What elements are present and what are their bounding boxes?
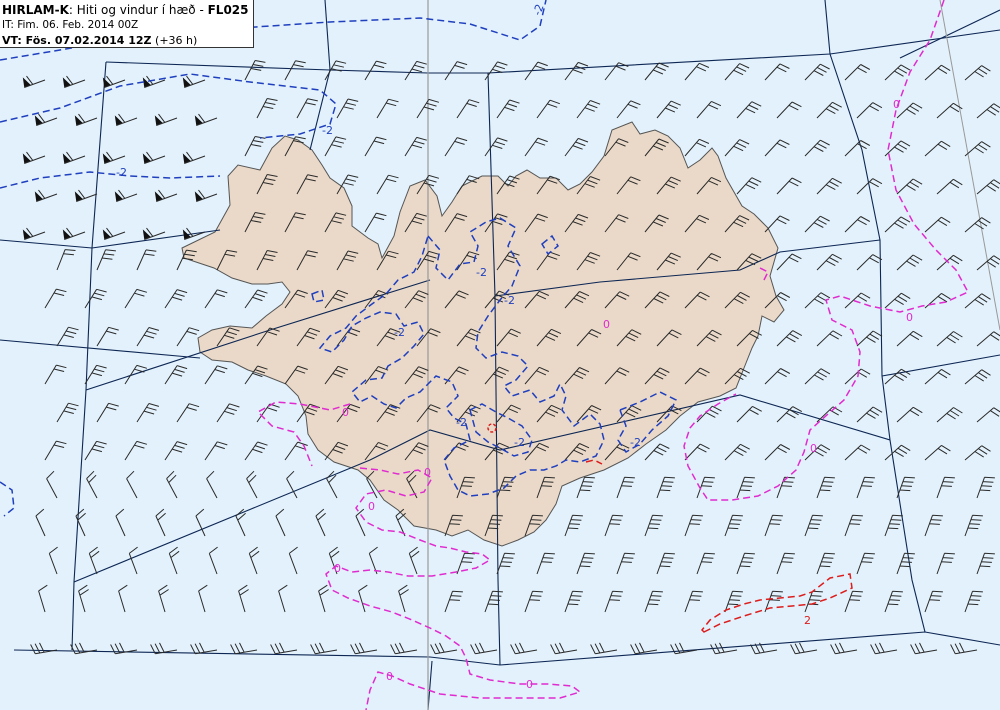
flight-level: FL025 [207,3,249,17]
contour-label: -2 [456,416,467,429]
map-info-box: HIRLAM-K: Hiti og vindur í hæð - FL025 I… [0,0,254,48]
contour-label: 0 [810,442,817,455]
contour-label: -2 [514,436,525,449]
contour-label: 0 [334,562,341,575]
model-name: HIRLAM-K [2,3,69,17]
contour-label: 0 [386,670,393,683]
contour-label: -2 [504,294,515,307]
title-text: : Hiti og vindur í hæð - [68,3,208,17]
contour-label: 0 [526,678,533,691]
contour-label: -2 [322,124,333,137]
contour-label: -2 [394,326,405,339]
contour-label: 0 [906,311,913,324]
contour-label: -2 [630,436,641,449]
weather-map: -2 -2 -2 -2 -2 -2 -2 -2 -2 0 0 0 0 0 0 0… [0,0,1000,710]
contour-label: 0 [424,466,431,479]
contour-label: 2 [804,614,811,627]
contour-label: -2 [116,166,127,179]
valid-time: VT: Fös. 07.02.2014 12Z (+36 h) [2,33,253,48]
valid-time-label: VT: Fös. 07.02.2014 12Z [2,34,152,47]
initial-time: IT: Fim. 06. Feb. 2014 00Z [2,19,139,31]
contour-label: 0 [368,500,375,513]
forecast-offset: (+36 h) [151,34,198,47]
contour-label: 0 [342,406,349,419]
map-title: HIRLAM-K: Hiti og vindur í hæð - FL025 [2,3,253,18]
contour-label: -2 [476,266,487,279]
contour-label: 0 [893,98,900,111]
contour-label: 0 [603,318,610,331]
